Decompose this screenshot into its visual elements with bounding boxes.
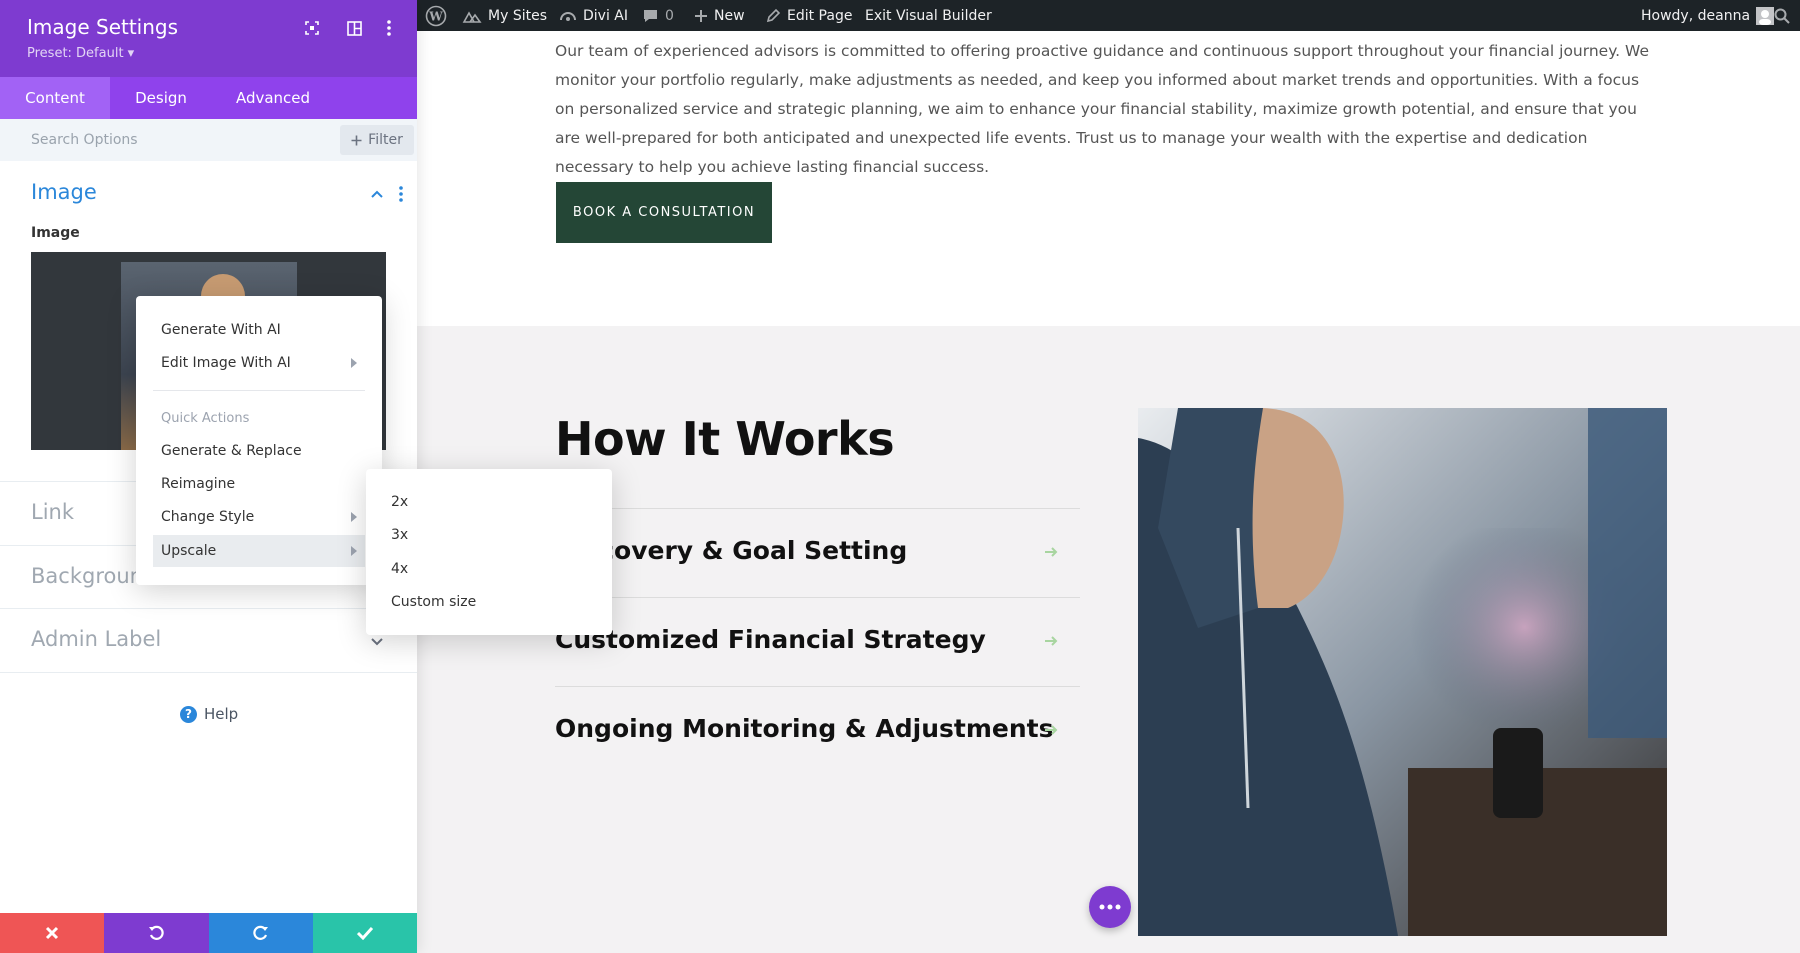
menu-item-generate-replace[interactable]: Generate & Replace: [153, 435, 365, 467]
image-section-toggle[interactable]: Image: [31, 180, 97, 204]
more-vertical-icon[interactable]: [378, 17, 400, 39]
options-search-row: Filter: [0, 119, 417, 161]
edit-page-link[interactable]: Edit Page: [766, 0, 852, 31]
step-title: Ongoing Monitoring & Adjustments: [555, 714, 1054, 743]
edit-page-label: Edit Page: [787, 7, 853, 24]
howdy-label: Howdy, deanna: [1641, 7, 1751, 24]
image-field-label: Image: [31, 225, 80, 241]
help-icon: ?: [180, 705, 197, 723]
preset-selector[interactable]: Preset: Default ▾: [27, 46, 134, 61]
save-button[interactable]: [312, 913, 417, 953]
caret-right-icon: [351, 546, 357, 556]
tab-advanced[interactable]: Advanced: [212, 77, 334, 119]
split-view-icon[interactable]: [343, 17, 365, 39]
new-content-menu[interactable]: New: [694, 0, 745, 31]
avatar: [1756, 6, 1775, 25]
upscale-2x[interactable]: 2x: [391, 486, 591, 518]
arrow-right-icon: [1045, 547, 1058, 557]
menu-item-label: Upscale: [161, 543, 217, 559]
comment-bubble-icon: [642, 8, 659, 24]
chevron-up-icon[interactable]: [369, 186, 385, 202]
upscale-custom-size[interactable]: Custom size: [391, 586, 591, 618]
svg-text:W: W: [428, 9, 443, 23]
pencil-icon: [766, 8, 781, 23]
book-consultation-button[interactable]: BOOK A CONSULTATION: [556, 182, 772, 243]
menu-item-label: Generate With AI: [161, 322, 281, 338]
my-sites-label: My Sites: [488, 7, 547, 24]
menu-item-label: Edit Image With AI: [161, 355, 291, 371]
step-monitoring[interactable]: Ongoing Monitoring & Adjustments: [555, 686, 1080, 775]
menu-heading-quick-actions: Quick Actions: [153, 402, 365, 434]
help-link[interactable]: ? Help: [180, 705, 238, 723]
wordpress-logo-icon[interactable]: W: [425, 0, 447, 31]
divi-ai-icon: [559, 8, 577, 24]
page-settings-fab[interactable]: [1089, 886, 1131, 928]
menu-item-edit-image-with-ai[interactable]: Edit Image With AI: [153, 347, 365, 379]
caret-right-icon: [351, 512, 357, 522]
exit-visual-builder-link[interactable]: Exit Visual Builder: [865, 0, 992, 31]
section-admin-label-label: Admin Label: [31, 627, 162, 651]
plus-icon: [351, 135, 362, 145]
menu-item-reimagine[interactable]: Reimagine: [153, 468, 365, 500]
tab-design[interactable]: Design: [110, 77, 212, 119]
wp-admin-bar: W My Sites Divi AI 0 New Edit Page Exit …: [417, 0, 1800, 31]
redo-icon: [253, 925, 268, 940]
exit-builder-label: Exit Visual Builder: [865, 7, 992, 24]
help-label: Help: [204, 705, 239, 723]
menu-item-upscale[interactable]: Upscale: [153, 535, 365, 567]
upscale-submenu: 2x 3x 4x Custom size: [366, 469, 612, 635]
search-options-input[interactable]: [0, 119, 330, 161]
menu-item-change-style[interactable]: Change Style: [153, 501, 365, 533]
upscale-3x[interactable]: 3x: [391, 519, 591, 551]
chevron-down-icon: [371, 638, 383, 646]
divi-ai-label: Divi AI: [583, 7, 629, 24]
section-link-label: Link: [31, 500, 75, 524]
intro-paragraph: Our team of experienced advisors is comm…: [555, 42, 1649, 176]
step-title: Customized Financial Strategy: [555, 625, 986, 654]
menu-heading-label: Quick Actions: [161, 410, 250, 426]
my-sites-menu[interactable]: My Sites: [462, 0, 547, 31]
upscale-4x[interactable]: 4x: [391, 553, 591, 585]
new-label: New: [714, 7, 745, 24]
cancel-button[interactable]: [0, 913, 105, 953]
more-horizontal-icon: [1099, 904, 1121, 910]
checkmark-icon: [356, 926, 373, 940]
menu-item-label: Generate & Replace: [161, 443, 302, 459]
plus-icon: [694, 9, 708, 23]
caret-right-icon: [351, 358, 357, 368]
search-icon[interactable]: [1774, 0, 1790, 31]
step-discovery[interactable]: Discovery & Goal Setting: [555, 508, 1080, 597]
menu-item-generate-with-ai[interactable]: Generate With AI: [153, 314, 365, 346]
how-it-works-photo: [1138, 408, 1667, 936]
menu-divider: [153, 390, 365, 391]
tab-content[interactable]: Content: [0, 77, 110, 119]
redo-button[interactable]: [208, 913, 313, 953]
how-it-works-heading: How It Works: [555, 412, 895, 466]
sites-icon: [462, 8, 482, 24]
panel-tabs: Content Design Advanced: [0, 77, 417, 119]
divi-ai-menu[interactable]: Divi AI: [559, 0, 628, 31]
panel-title: Image Settings: [27, 15, 179, 39]
undo-icon: [149, 925, 164, 940]
comments-count: 0: [665, 7, 674, 24]
arrow-right-icon: [1045, 725, 1058, 735]
close-icon: [46, 926, 59, 940]
ai-context-menu: Generate With AI Edit Image With AI Quic…: [136, 296, 382, 585]
arrow-right-icon: [1045, 636, 1058, 646]
filter-label: Filter: [368, 132, 403, 148]
panel-footer: [0, 913, 417, 953]
panel-header: Image Settings Preset: Default ▾: [0, 0, 417, 77]
menu-item-label: Reimagine: [161, 476, 236, 492]
comments-menu[interactable]: 0: [642, 0, 674, 31]
filter-button[interactable]: Filter: [340, 125, 414, 155]
section-divider: [0, 672, 417, 673]
more-vertical-icon[interactable]: [395, 184, 407, 204]
step-strategy[interactable]: Customized Financial Strategy: [555, 597, 1080, 686]
user-account-menu[interactable]: Howdy, deanna: [1641, 0, 1775, 31]
fullscreen-icon[interactable]: [301, 17, 323, 39]
undo-button[interactable]: [104, 913, 209, 953]
section-admin-label[interactable]: Admin Label: [0, 608, 417, 672]
menu-item-label: Change Style: [161, 509, 255, 525]
